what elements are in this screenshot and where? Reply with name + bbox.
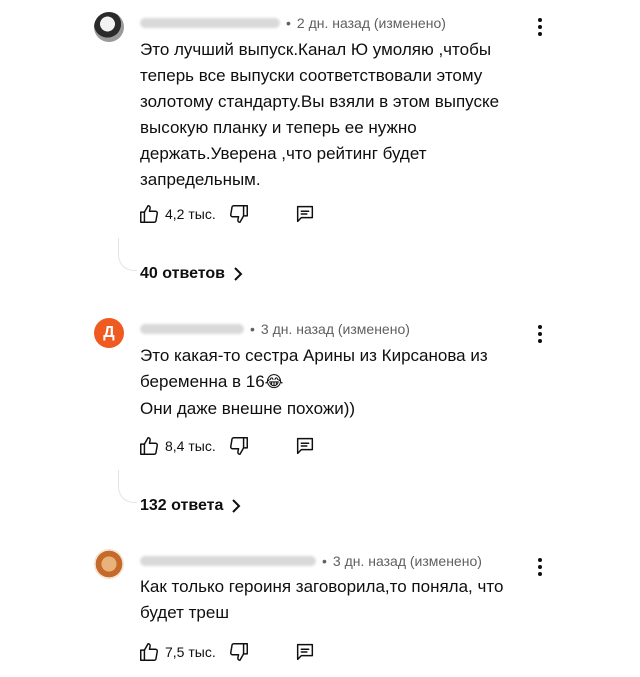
thumb-up-icon [140, 205, 158, 223]
reply-icon [296, 205, 313, 223]
comment-text: Как только героиня заговорила,то поняла,… [140, 577, 504, 622]
reply-button[interactable] [294, 435, 316, 457]
comment-text: Это какая-то сестра Арины из Кирсанова и… [140, 346, 488, 418]
like-count: 7,5 тыс. [165, 644, 216, 660]
more-options-button[interactable] [533, 16, 547, 38]
blurred-username[interactable] [140, 18, 280, 28]
thumb-down-icon [229, 205, 248, 223]
reply-icon [296, 643, 313, 661]
avatar[interactable] [94, 12, 124, 42]
comment-actions: 4,2 тыс. [138, 203, 316, 225]
blurred-username[interactable] [140, 324, 244, 334]
reply-button[interactable] [294, 203, 316, 225]
dislike-button[interactable] [228, 203, 250, 225]
comment-meta: • 2 дн. назад (изменено) [140, 15, 446, 31]
like-count: 4,2 тыс. [165, 206, 216, 222]
more-options-button[interactable] [533, 556, 547, 578]
avatar[interactable] [94, 549, 124, 579]
chevron-right-icon [232, 499, 241, 513]
thread-line [118, 470, 137, 503]
dislike-button[interactable] [228, 435, 250, 457]
comment-time[interactable]: 3 дн. назад (изменено) [261, 321, 410, 337]
like-count: 8,4 тыс. [165, 438, 216, 454]
dislike-button[interactable] [228, 641, 250, 663]
comment-time[interactable]: 3 дн. назад (изменено) [333, 553, 482, 569]
reply-icon [296, 437, 313, 455]
chevron-right-icon [234, 267, 243, 281]
comment-text: Это лучший выпуск.Канал Ю умоляю ,чтобы … [140, 40, 500, 189]
avatar[interactable]: Д [94, 318, 124, 348]
replies-toggle[interactable]: 132 ответа [140, 497, 241, 515]
replies-toggle[interactable]: 40 ответов [140, 265, 243, 283]
thumb-up-icon [140, 437, 158, 455]
comment-meta: • 3 дн. назад (изменено) [140, 321, 410, 337]
blurred-username[interactable] [140, 556, 316, 566]
thumb-up-icon [140, 643, 158, 661]
comment-actions: 8,4 тыс. [138, 435, 316, 457]
like-button[interactable]: 8,4 тыс. [138, 435, 228, 457]
comment-time[interactable]: 2 дн. назад (изменено) [297, 15, 446, 31]
thread-line [118, 238, 137, 271]
more-options-button[interactable] [533, 323, 547, 345]
comment-actions: 7,5 тыс. [138, 641, 316, 663]
laughing-emoji: 😂 [264, 374, 284, 391]
reply-button[interactable] [294, 641, 316, 663]
thumb-down-icon [229, 643, 248, 661]
comment-meta: • 3 дн. назад (изменено) [140, 553, 482, 569]
like-button[interactable]: 4,2 тыс. [138, 203, 228, 225]
thumb-down-icon [229, 437, 248, 455]
like-button[interactable]: 7,5 тыс. [138, 641, 228, 663]
